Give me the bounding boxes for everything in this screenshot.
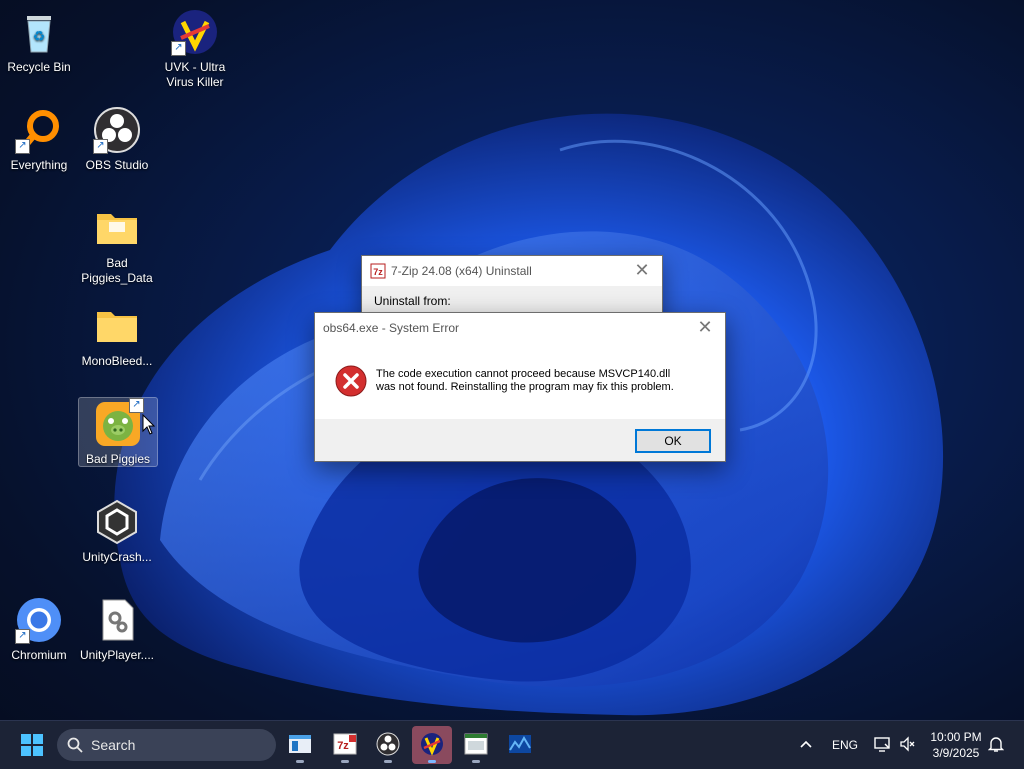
taskbar-obs-studio[interactable] [368,726,408,764]
obs-studio-icon: ↗ [93,106,141,154]
7zip-uninstall-icon: 7z [333,733,357,755]
clock-date: 3/9/2025 [932,746,980,760]
running-indicator [384,760,392,763]
volume-muted-icon[interactable] [899,735,917,753]
uninstall-dialog-titlebar[interactable]: 7z 7-Zip 24.08 (x64) Uninstall ✕ [362,256,662,286]
shortcut-arrow-icon: ↗ [171,41,186,56]
error-dialog-titlebar[interactable]: obs64.exe - System Error ✕ [315,313,725,343]
file-explorer-icon [289,735,311,753]
windows-logo-icon [21,734,43,756]
taskbar-uvk[interactable] [412,726,452,764]
chromium-icon: ↗ [15,596,63,644]
desktop-icon-label: Bad Piggies_Data [81,256,153,285]
notification-bell-icon[interactable] [988,735,1004,753]
svg-text:7z: 7z [373,267,383,277]
uninstall-dialog-title: 7-Zip 24.08 (x64) Uninstall [391,264,532,278]
start-button[interactable] [12,726,52,764]
desktop-icon-label: Everything [10,158,68,172]
bad-piggies-icon: ↗ [94,398,144,448]
clock-time: 10:00 PM [930,730,982,744]
taskbar: Search 7z ENG 10:00 PM 3/9/2025 [0,720,1024,769]
dll-settings-file-icon [93,596,141,644]
svg-text:♻: ♻ [33,28,46,44]
taskbar-7zip[interactable]: 7z [325,726,365,764]
taskbar-monitor-app[interactable] [500,726,540,764]
running-indicator [341,760,349,763]
error-message: The code execution cannot proceed becaus… [376,368,674,394]
recycle-bin-icon: ♻ [15,8,63,56]
desktop-icon-label: UnityPlayer.... [79,648,155,662]
everything-search-icon: ↗ [15,106,63,154]
desktop-icon-uvk[interactable]: ↗ UVK - Ultra Virus Killer [156,8,234,90]
error-message-line-1: The code execution cannot proceed becaus… [376,368,671,380]
taskbar-file-explorer[interactable] [280,726,320,764]
desktop-icon-unityplayer[interactable]: UnityPlayer.... [78,596,156,663]
desktop-icon-chromium[interactable]: ↗ Chromium [0,596,78,663]
chevron-up-icon[interactable] [799,738,813,750]
clock[interactable]: 10:00 PM 3/9/2025 [926,729,986,761]
error-dialog-title: obs64.exe - System Error [323,321,460,335]
desktop-icon-label: OBS Studio [85,158,149,172]
mouse-cursor-icon [142,414,156,435]
desktop-icon-label: Chromium [11,648,67,662]
error-icon [335,365,367,397]
desktop-icon-label: Bad Piggies [85,452,151,466]
network-icon[interactable] [873,735,891,753]
desktop-icon-unitycrash[interactable]: UnityCrash... [78,498,156,565]
desktop-icon-label: UnityCrash... [82,550,152,564]
performance-monitor-icon [509,735,531,753]
taskbar-search-box[interactable]: Search [57,729,276,761]
shortcut-arrow-icon: ↗ [15,139,30,154]
taskbar-app-window[interactable] [456,726,496,764]
svg-text:7z: 7z [337,740,349,752]
language-indicator[interactable]: ENG [832,738,858,752]
error-message-line-2: was not found. Reinstalling the program … [376,381,674,393]
desktop-icon-recycle-bin[interactable]: ♻ Recycle Bin [0,8,78,75]
error-dialog-body: The code execution cannot proceed becaus… [315,343,725,419]
desktop-icon-monobleed[interactable]: MonoBleed... [78,302,156,369]
close-icon[interactable]: ✕ [685,313,725,343]
running-indicator [428,760,436,763]
search-label: Search [91,737,136,753]
running-indicator [472,760,480,763]
shortcut-arrow-icon: ↗ [129,398,144,413]
uvk-app-icon: ↗ [171,8,219,56]
folder-icon [93,302,141,350]
desktop-icon-everything[interactable]: ↗ Everything [0,106,78,173]
desktop-icon-label: MonoBleed... [81,354,153,368]
shortcut-arrow-icon: ↗ [15,629,30,644]
app-window-icon [464,733,488,755]
search-icon [67,737,83,753]
desktop-icon-obs-studio[interactable]: ↗ OBS Studio [78,106,156,173]
7zip-app-icon: 7z [370,263,386,279]
folder-icon [93,204,141,252]
ok-button[interactable]: OK [635,429,711,453]
system-error-dialog: obs64.exe - System Error ✕ The code exec… [314,312,726,462]
close-icon[interactable]: ✕ [622,256,662,286]
desktop-icon-label: UVK - Ultra Virus Killer [164,60,226,89]
obs-studio-icon [376,732,400,756]
running-indicator [296,760,304,763]
shortcut-arrow-icon: ↗ [93,139,108,154]
desktop-icon-bad-piggies-data[interactable]: Bad Piggies_Data [78,204,156,286]
desktop-icon-label: Recycle Bin [7,60,71,74]
unity-logo-icon [93,498,141,546]
uvk-app-icon [421,733,443,756]
